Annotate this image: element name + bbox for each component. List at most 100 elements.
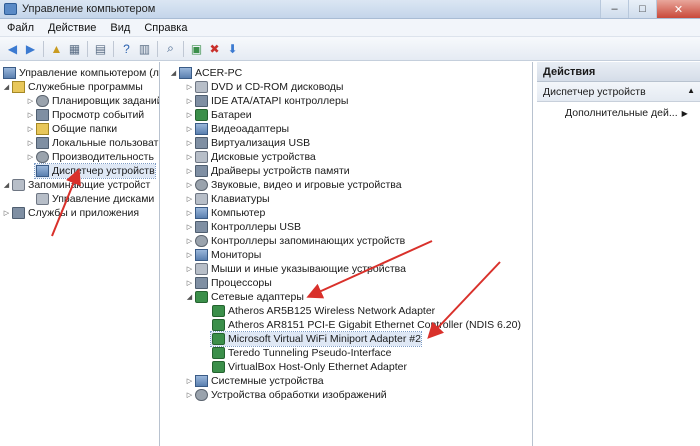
menu-help[interactable]: Справка [137, 22, 194, 34]
device-category[interactable]: ▷ IDE ATA/ATAPI контроллеры [185, 94, 348, 108]
uninstall-device-icon[interactable]: ✖ [206, 40, 223, 57]
tree-item-local-users[interactable]: ▷ Локальные пользоват [26, 136, 158, 150]
expand-arrow-icon[interactable]: ▷ [185, 237, 194, 245]
expand-arrow-icon[interactable]: ▷ [185, 209, 194, 217]
collapse-arrow-icon[interactable]: ◢ [169, 69, 178, 77]
device-category[interactable]: ▷ Клавиатуры [185, 192, 270, 206]
network-adapter-item[interactable]: VirtualBox Host-Only Ethernet Adapter [211, 360, 407, 374]
imaging-device-icon [195, 389, 208, 401]
expand-arrow-icon[interactable]: ▷ [185, 139, 194, 147]
console-tree-icon[interactable]: ▥ [136, 40, 153, 57]
tree-item-performance[interactable]: ▷ Производительность [26, 150, 154, 164]
actions-section-device-manager[interactable]: Диспетчер устройств ▲ [537, 82, 700, 102]
tree-label: Мыши и иные указывающие устройства [211, 263, 406, 275]
tree-item-root[interactable]: Управление компьютером (л [2, 66, 159, 80]
expand-arrow-icon[interactable]: ▷ [2, 209, 11, 217]
computer-management-icon [3, 67, 16, 79]
show-hide-tree-icon[interactable]: ▦ [66, 40, 83, 57]
collapse-caret-icon[interactable]: ▲ [687, 86, 695, 95]
tree-item-event-viewer[interactable]: ▷ Просмотр событий [26, 108, 144, 122]
tree-item-task-scheduler[interactable]: ▷ Планировщик заданий [26, 94, 159, 108]
device-category[interactable]: ▷ Мыши и иные указывающие устройства [185, 262, 406, 276]
device-category[interactable]: ▷ DVD и CD-ROM дисководы [185, 80, 343, 94]
computer-icon [195, 207, 208, 219]
device-category[interactable]: ▷ Дисковые устройства [185, 150, 316, 164]
expand-arrow-icon[interactable]: ▷ [185, 153, 194, 161]
expand-arrow-icon[interactable]: ▷ [185, 251, 194, 259]
expand-arrow-icon[interactable]: ▷ [185, 125, 194, 133]
tree-label: VirtualBox Host-Only Ethernet Adapter [228, 361, 407, 373]
forward-arrow-icon[interactable]: ▶ [22, 40, 39, 57]
device-category[interactable]: ▷ Процессоры [185, 276, 272, 290]
network-adapter-icon [212, 319, 225, 331]
device-category[interactable]: ▷ Драйверы устройств памяти [185, 164, 350, 178]
actions-header: Действия [537, 62, 700, 82]
collapse-arrow-icon[interactable]: ◢ [2, 83, 11, 91]
device-category[interactable]: ▷ Звуковые, видео и игровые устройства [185, 178, 402, 192]
expand-arrow-icon[interactable]: ▷ [185, 391, 194, 399]
device-category[interactable]: ▷ Контроллеры запоминающих устройств [185, 234, 405, 248]
tree-label: Atheros AR5B125 Wireless Network Adapter [228, 305, 436, 317]
maximize-button[interactable]: □ [628, 0, 656, 18]
computer-management-icon [4, 3, 17, 15]
enable-device-icon[interactable]: ⬇ [224, 40, 241, 57]
scan-hardware-icon[interactable]: ⌕ [162, 40, 179, 57]
tree-label: Дисковые устройства [211, 151, 316, 163]
expand-arrow-icon[interactable]: ▷ [26, 153, 35, 161]
device-tree-root[interactable]: ◢ ACER-PC [169, 66, 242, 80]
help-icon[interactable]: ? [118, 40, 135, 57]
tree-item-storage[interactable]: ◢ Запоминающие устройст [2, 178, 150, 192]
tree-label: Управление дисками [52, 193, 155, 205]
menu-action[interactable]: Действие [41, 22, 103, 34]
processor-icon [195, 277, 208, 289]
tree-label: IDE ATA/ATAPI контроллеры [211, 95, 349, 107]
device-category[interactable]: ▷ Компьютер [185, 206, 265, 220]
menu-file[interactable]: Файл [0, 22, 41, 34]
close-button[interactable]: ✕ [656, 0, 700, 18]
expand-arrow-icon[interactable]: ▷ [185, 265, 194, 273]
network-adapter-icon [212, 305, 225, 317]
device-category[interactable]: ▷ Мониторы [185, 248, 261, 262]
device-category[interactable]: ▷ Контроллеры USB [185, 220, 301, 234]
expand-arrow-icon[interactable]: ▷ [26, 125, 35, 133]
device-category-network-adapters[interactable]: ◢ Сетевые адаптеры [185, 290, 304, 304]
network-adapter-item[interactable]: Atheros AR8151 PCI-E Gigabit Ethernet Co… [211, 318, 521, 332]
expand-arrow-icon[interactable]: ▷ [185, 181, 194, 189]
up-folder-icon[interactable]: ▲ [48, 40, 65, 57]
device-category[interactable]: ▷ Виртуализация USB [185, 136, 310, 150]
expand-arrow-icon[interactable]: ▷ [185, 167, 194, 175]
network-adapter-item-virtual-wifi[interactable]: Microsoft Virtual WiFi Miniport Adapter … [210, 331, 422, 347]
expand-arrow-icon[interactable]: ▷ [185, 279, 194, 287]
collapse-arrow-icon[interactable]: ◢ [2, 181, 11, 189]
tree-label: Teredo Tunneling Pseudo-Interface [228, 347, 392, 359]
update-driver-icon[interactable]: ▣ [188, 40, 205, 57]
expand-arrow-icon[interactable]: ▷ [26, 111, 35, 119]
collapse-arrow-icon[interactable]: ◢ [185, 293, 194, 301]
expand-arrow-icon[interactable]: ▷ [185, 195, 194, 203]
expand-arrow-icon[interactable]: ▷ [185, 97, 194, 105]
device-category[interactable]: ▷ Устройства обработки изображений [185, 388, 387, 402]
device-category[interactable]: ▷ Батареи [185, 108, 252, 122]
expand-arrow-icon[interactable]: ▷ [26, 97, 35, 105]
tree-label: Локальные пользоват [52, 137, 159, 149]
network-adapter-item[interactable]: Teredo Tunneling Pseudo-Interface [211, 346, 391, 360]
expand-arrow-icon[interactable]: ▷ [26, 139, 35, 147]
tree-item-shared-folders[interactable]: ▷ Общие папки [26, 122, 117, 136]
menu-view[interactable]: Вид [103, 22, 137, 34]
expand-arrow-icon[interactable]: ▷ [185, 111, 194, 119]
more-actions-link[interactable]: Дополнительные дей... ▶ [565, 107, 688, 119]
device-category[interactable]: ▷ Видеоадаптеры [185, 122, 289, 136]
tree-item-services-apps[interactable]: ▷ Службы и приложения [2, 206, 139, 220]
device-category[interactable]: ▷ Системные устройства [185, 374, 324, 388]
minimize-button[interactable]: – [600, 0, 628, 18]
tree-item-device-manager[interactable]: Диспетчер устройств [34, 163, 156, 179]
properties-icon[interactable]: ▤ [92, 40, 109, 57]
tree-item-system-tools[interactable]: ◢ Служебные программы [2, 80, 143, 94]
tree-label: Звуковые, видео и игровые устройства [211, 179, 402, 191]
tree-item-disk-management[interactable]: Управление дисками [35, 192, 154, 206]
expand-arrow-icon[interactable]: ▷ [185, 377, 194, 385]
expand-arrow-icon[interactable]: ▷ [185, 223, 194, 231]
network-adapter-item[interactable]: Atheros AR5B125 Wireless Network Adapter [211, 304, 435, 318]
expand-arrow-icon[interactable]: ▷ [185, 83, 194, 91]
back-arrow-icon[interactable]: ◀ [4, 40, 21, 57]
